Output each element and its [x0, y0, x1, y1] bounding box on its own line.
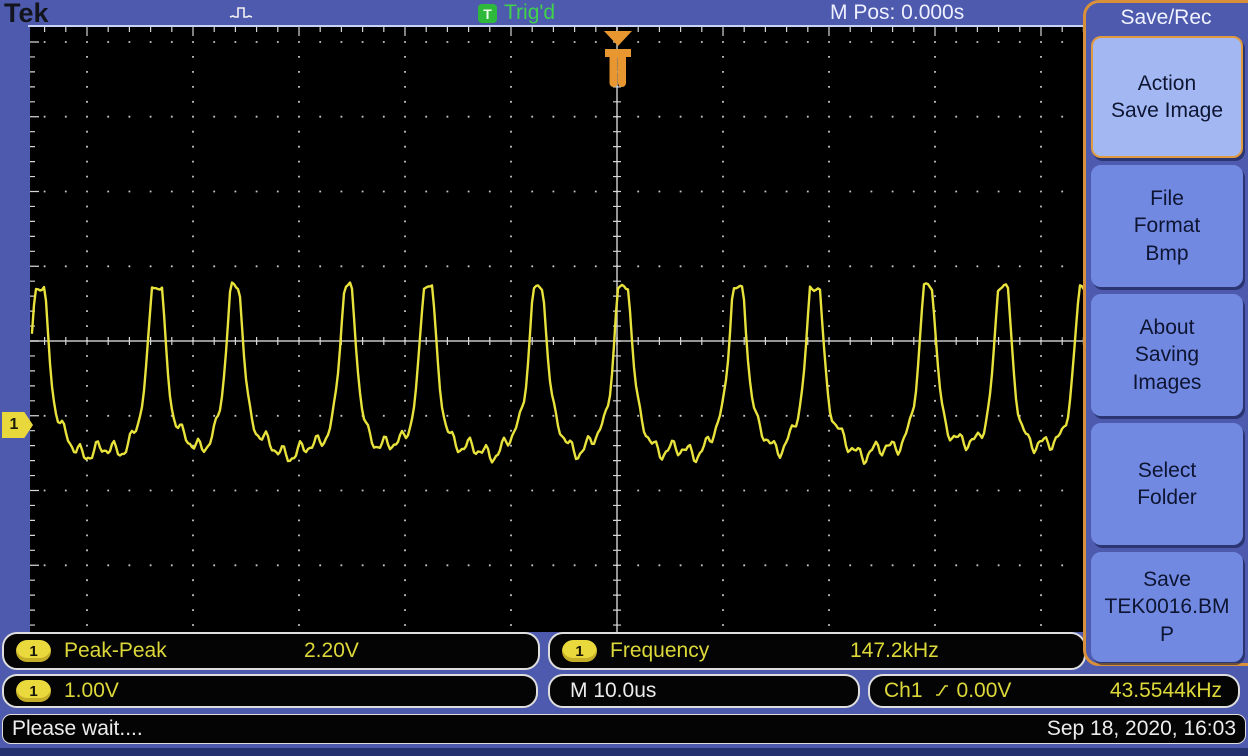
- trigger-status-label: Trig'd: [504, 1, 556, 24]
- trigger-frequency-counter: 43.5544kHz: [1109, 679, 1222, 702]
- status-message: Please wait....: [12, 717, 143, 740]
- datetime-readout: Sep 18, 2020, 16:03: [1046, 717, 1236, 740]
- bottom-strip: [0, 748, 1248, 756]
- softkey-file-format[interactable]: File Format Bmp: [1091, 165, 1243, 287]
- softkey-label: About Saving Images: [1132, 316, 1202, 394]
- channel1-badge: 1: [16, 680, 51, 702]
- trigger-level: 0.00V: [956, 679, 1012, 702]
- channel1-volts-per-div: 1.00V: [64, 679, 119, 702]
- trigger-status-icon: T: [478, 4, 497, 23]
- topbar-divider: [28, 25, 1086, 27]
- horizontal-position-readout: M Pos: 0.000s: [830, 1, 965, 24]
- status-bar: Please wait.... Sep 18, 2020, 16:03: [2, 714, 1246, 744]
- measurement-value: 2.20V: [304, 639, 359, 662]
- timebase-value: M 10.0us: [570, 679, 657, 702]
- measurement-value: 147.2kHz: [850, 639, 939, 662]
- acquisition-pulse-icon: [229, 7, 253, 18]
- display-area: [30, 27, 1086, 632]
- channel1-scale-readout: 1 1.00V: [2, 674, 538, 708]
- softkey-action-save-image[interactable]: Action Save Image: [1091, 36, 1243, 158]
- measurement-peak-peak: 1 Peak-Peak 2.20V: [2, 632, 540, 670]
- softkey-about-saving-images[interactable]: About Saving Images: [1091, 294, 1243, 416]
- softkey-label: Action Save Image: [1110, 71, 1224, 122]
- softkey-label: Select Folder: [1137, 458, 1197, 509]
- measurement-frequency: 1 Frequency 147.2kHz: [548, 632, 1086, 670]
- measurement-name: Peak-Peak: [64, 639, 167, 662]
- channel1-badge: 1: [16, 640, 51, 662]
- channel1-position-marker: 1: [2, 412, 33, 438]
- rising-edge-icon: [935, 685, 948, 696]
- softkey-label: File Format Bmp: [1133, 187, 1201, 265]
- softkey-select-folder[interactable]: Select Folder: [1091, 423, 1243, 545]
- trigger-source: Ch1: [884, 679, 923, 702]
- measurement-name: Frequency: [610, 639, 710, 662]
- channel1-badge: 1: [562, 640, 597, 662]
- trigger-readout: Ch1 0.00V 43.5544kHz: [868, 674, 1240, 708]
- timebase-readout: M 10.0us: [548, 674, 860, 708]
- side-menu-title: Save/Rec: [1120, 6, 1212, 29]
- softkey-save-file[interactable]: Save TEK0016.BM P: [1091, 552, 1243, 662]
- softkey-label: Save TEK0016.BM P: [1104, 568, 1230, 646]
